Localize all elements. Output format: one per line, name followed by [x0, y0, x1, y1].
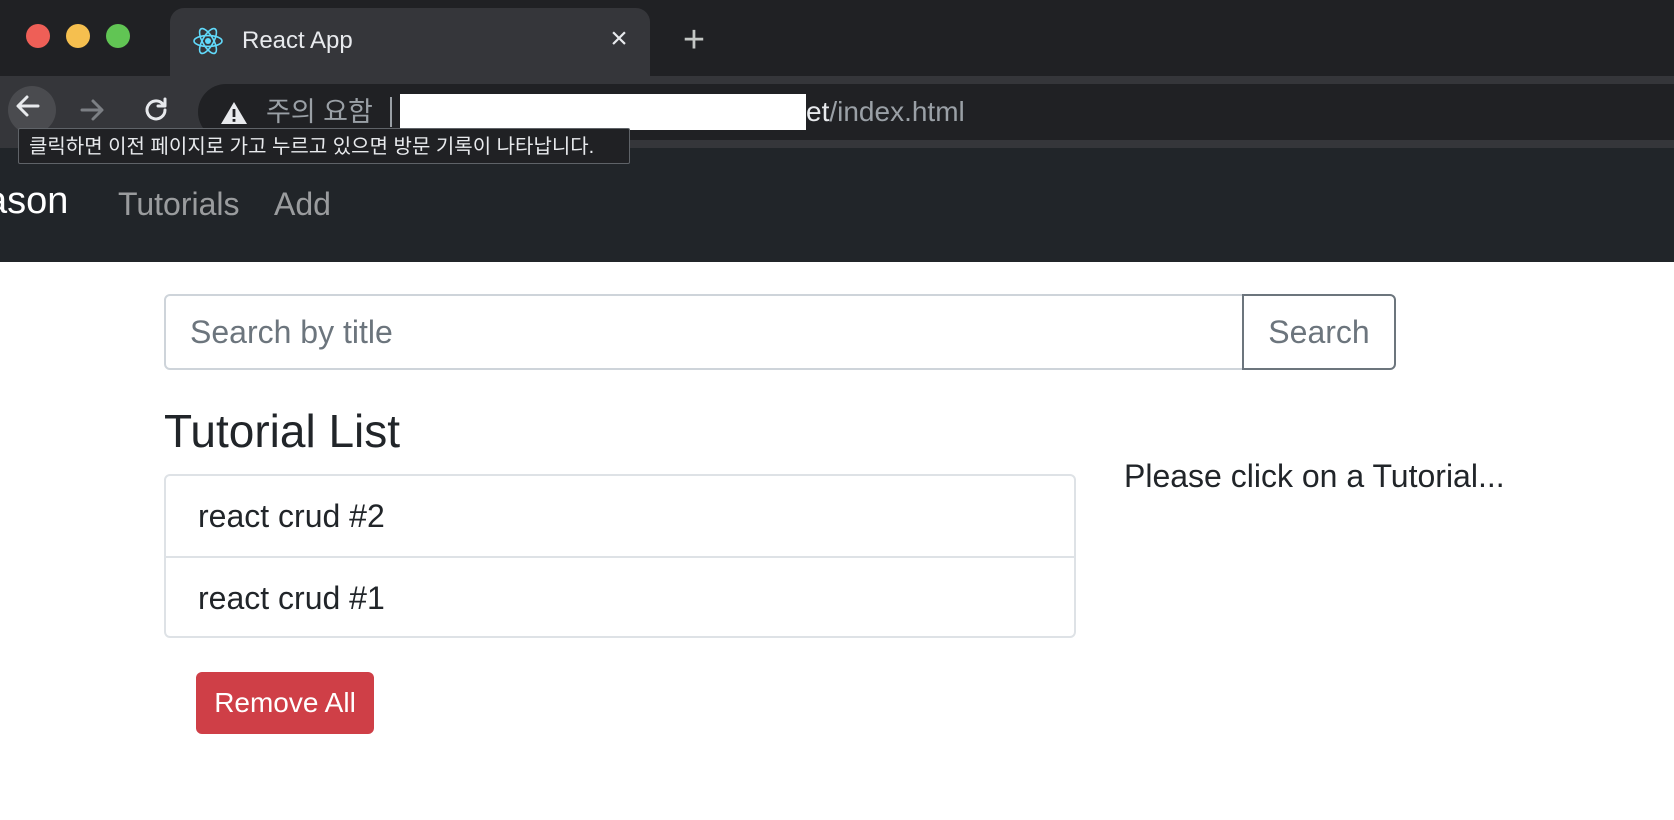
reload-icon: [145, 97, 167, 121]
url-text: et/index.html: [806, 96, 965, 128]
react-logo-icon: [192, 25, 224, 57]
tutorial-list: react crud #2 react crud #1: [164, 474, 1076, 638]
security-label[interactable]: 주의 요함: [266, 96, 373, 128]
list-item[interactable]: react crud #2: [166, 476, 1074, 556]
window-close-button[interactable]: [26, 24, 50, 48]
url-host: et: [806, 96, 830, 127]
reload-button[interactable]: [136, 90, 176, 130]
nav-link-tutorials[interactable]: Tutorials: [118, 184, 240, 224]
remove-all-button[interactable]: Remove All: [196, 672, 374, 734]
window-minimize-button[interactable]: [66, 24, 90, 48]
tab-title: React App: [242, 27, 353, 54]
nav-link-add[interactable]: Add: [274, 184, 331, 224]
search-input[interactable]: [164, 294, 1244, 370]
address-separator: [390, 97, 392, 127]
url-redaction: [400, 94, 806, 130]
forward-button[interactable]: [72, 90, 112, 130]
search-button[interactable]: Search: [1242, 294, 1396, 370]
tab-close-icon[interactable]: ×: [604, 24, 634, 54]
arrow-left-icon: [16, 95, 40, 117]
back-button-tooltip: 클릭하면 이전 페이지로 가고 누르고 있으면 방문 기록이 나타납니다.: [18, 128, 630, 164]
browser-tab-strip: React App × +: [0, 0, 1674, 76]
tutorial-list-title: Tutorial List: [164, 405, 401, 457]
arrow-right-icon: [80, 99, 104, 121]
app-navbar: ason Tutorials Add: [0, 148, 1674, 262]
browser-tab[interactable]: React App ×: [170, 8, 650, 76]
navbar-brand[interactable]: ason: [0, 178, 68, 224]
warning-icon: [220, 100, 248, 126]
list-item[interactable]: react crud #1: [166, 556, 1074, 636]
url-path: /index.html: [829, 96, 965, 127]
window-maximize-button[interactable]: [106, 24, 130, 48]
back-button[interactable]: [8, 86, 56, 134]
tutorial-details-placeholder: Please click on a Tutorial...: [1124, 458, 1505, 494]
new-tab-button[interactable]: +: [678, 21, 710, 59]
